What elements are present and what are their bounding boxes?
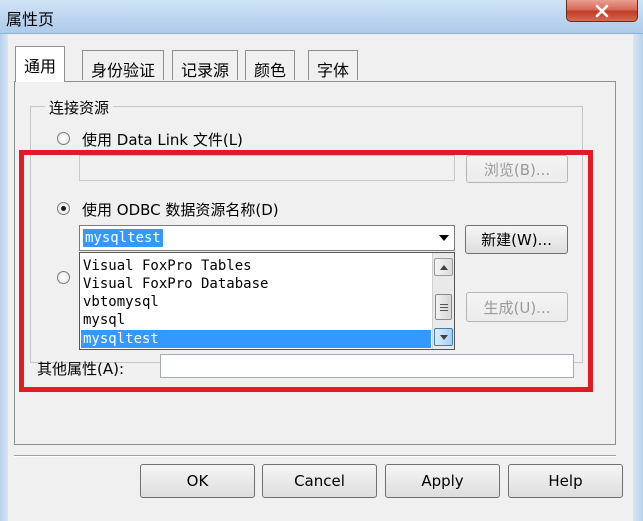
dsn-combobox-value[interactable]: mysqltest: [83, 229, 163, 247]
dsn-dropdown-list[interactable]: Visual FoxPro Tables Visual FoxPro Datab…: [79, 252, 455, 350]
dsn-option[interactable]: mysql: [81, 311, 431, 329]
dsn-option[interactable]: vbtomysql: [81, 293, 431, 311]
apply-button[interactable]: Apply: [385, 464, 500, 498]
odbc-dsn-radio[interactable]: [57, 202, 70, 215]
new-dsn-button[interactable]: 新建(W)...: [465, 225, 568, 254]
title-bar: [0, 0, 643, 34]
dsn-option[interactable]: Visual FoxPro Database: [81, 275, 431, 293]
dsn-option-selected[interactable]: mysqltest: [81, 330, 431, 348]
window-frame-right: [633, 34, 643, 521]
window-title: 属性页: [6, 10, 55, 29]
scroll-grip-icon: [439, 303, 448, 311]
tab-record-source[interactable]: 记录源: [172, 50, 239, 80]
datalink-path-field: [79, 155, 455, 181]
other-properties-label: 其他属性(A):: [37, 360, 125, 378]
scroll-up-arrow-icon: [439, 264, 448, 270]
scroll-thumb[interactable]: [435, 294, 452, 320]
odbc-dsn-label: 使用 ODBC 数据资源名称(D): [82, 201, 279, 219]
footer-separator: [14, 455, 616, 457]
help-button[interactable]: Help: [508, 464, 623, 498]
dsn-combobox[interactable]: mysqltest: [79, 225, 455, 251]
scroll-up-button[interactable]: [434, 258, 453, 276]
scroll-down-button[interactable]: [434, 328, 453, 346]
datalink-label: 使用 Data Link 文件(L): [82, 131, 243, 149]
connection-group-title: 连接资源: [45, 97, 114, 118]
tab-color[interactable]: 颜色: [245, 50, 296, 80]
tab-authentication[interactable]: 身份验证: [82, 50, 165, 80]
dsn-option[interactable]: Visual FoxPro Tables: [81, 257, 431, 275]
connection-string-radio[interactable]: [57, 271, 70, 284]
close-icon: [595, 4, 609, 17]
dsn-combobox-dropdown-button[interactable]: [434, 227, 454, 249]
browse-button: 浏览(B)...: [466, 155, 568, 183]
chevron-down-icon: [439, 235, 449, 241]
close-button[interactable]: [566, 0, 638, 22]
window-frame-left: [0, 34, 8, 521]
build-button: 生成(U)...: [466, 292, 568, 322]
cancel-button[interactable]: Cancel: [262, 464, 377, 498]
tab-general[interactable]: 通用: [15, 46, 66, 82]
other-properties-field[interactable]: [160, 354, 574, 378]
datalink-radio[interactable]: [57, 132, 70, 145]
dropdown-scrollbar[interactable]: [432, 253, 454, 349]
tab-font[interactable]: 字体: [308, 50, 359, 80]
ok-button[interactable]: OK: [140, 464, 255, 498]
scroll-down-arrow-icon: [439, 334, 448, 340]
